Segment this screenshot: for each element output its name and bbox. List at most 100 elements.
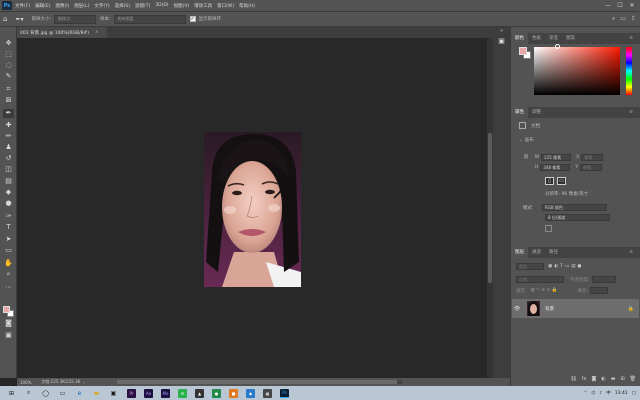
quick-select-tool-icon[interactable]: ✎ (3, 72, 14, 81)
app-icon-dark[interactable]: ▲ (195, 388, 204, 398)
tab-swatches[interactable]: 色板 (528, 33, 545, 44)
fill-field[interactable] (589, 287, 608, 294)
show-ring-checkbox[interactable]: ✓ (189, 16, 196, 22)
task-switch-icon[interactable]: ▭ (57, 389, 68, 398)
color-picker-field[interactable] (534, 47, 620, 95)
panel-menu-icon[interactable]: ≡ (625, 107, 637, 118)
scrollbar-thumb[interactable] (488, 133, 492, 283)
adjustment-filter-icon[interactable]: ◐ (554, 264, 558, 269)
sample-size-select[interactable]: 取样点 (54, 14, 97, 24)
brush-tool-icon[interactable]: ✏ (3, 132, 14, 141)
eye-icon[interactable]: 👁 (512, 306, 522, 312)
tab-adjustments[interactable]: 调整 (528, 107, 545, 118)
menu-help[interactable]: 帮助(H) (239, 3, 255, 9)
path-select-tool-icon[interactable]: ➤ (3, 235, 14, 244)
app-icon-blue[interactable]: ◆ (246, 388, 255, 398)
tab-patterns[interactable]: 图案 (562, 33, 579, 44)
adjustment-layer-icon[interactable]: ◐ (601, 376, 605, 382)
layer-row[interactable]: 👁 背景 🔒 (512, 299, 639, 318)
windows-start-icon[interactable]: ⊞ (6, 389, 17, 398)
app-icon-green[interactable]: ● (212, 388, 221, 398)
link-layers-icon[interactable]: ⛓ (570, 376, 576, 382)
sample-select[interactable]: 所有图层 (113, 14, 186, 24)
y-field[interactable]: 像素 (580, 164, 603, 171)
media-encoder-icon[interactable]: Me (161, 388, 170, 398)
height-field[interactable]: 348 像素 (540, 164, 571, 171)
image-filter-icon[interactable]: ▣ (548, 264, 552, 269)
layer-lock-icon[interactable]: 🔒 (628, 306, 634, 312)
dodge-tool-icon[interactable]: ● (3, 199, 14, 208)
history-brush-tool-icon[interactable]: ↺ (3, 154, 14, 163)
ime-icon[interactable]: 中 (606, 390, 611, 396)
volume-icon[interactable]: ♪ (599, 391, 602, 396)
menu-3d[interactable]: 3D(D) (155, 3, 168, 8)
notification-icon[interactable]: ▢ (632, 391, 636, 396)
type-filter-icon[interactable]: T (560, 264, 563, 269)
width-field[interactable]: 225 像素 (541, 154, 572, 161)
minimize-button[interactable]: — (602, 2, 614, 9)
tab-gradients[interactable]: 渐变 (545, 33, 562, 44)
app-icon-dark2[interactable]: ▦ (263, 388, 272, 398)
delete-layer-icon[interactable]: 🗑 (630, 376, 636, 382)
canvas-horizontal-scrollbar[interactable] (117, 380, 402, 384)
menu-select[interactable]: 选择(S) (115, 3, 130, 9)
photoshop-logo[interactable]: Ps (2, 1, 12, 10)
collapse-panels-icon[interactable]: « (496, 27, 507, 36)
tab-layers[interactable]: 图层 (511, 247, 528, 258)
after-effects-icon[interactable]: Ae (144, 388, 153, 398)
share-icon[interactable]: ⇪ (631, 15, 636, 23)
document-image[interactable] (204, 132, 301, 287)
gradient-tool-icon[interactable]: ▤ (3, 177, 14, 186)
store-icon[interactable]: ▣ (108, 389, 119, 398)
menu-layer[interactable]: 图层(L) (74, 3, 89, 9)
type-tool-icon[interactable]: T (3, 223, 14, 232)
history-panel-icon[interactable]: ▣ (496, 37, 507, 46)
close-button[interactable]: ✕ (626, 2, 638, 9)
task-view-icon[interactable]: ◯ (40, 389, 51, 398)
link-icon[interactable]: ⛓ (523, 155, 529, 160)
status-arrow-icon[interactable]: › (83, 380, 85, 385)
more-tools-icon[interactable]: ⋯ (3, 283, 14, 292)
network-icon[interactable]: ⌬ (591, 391, 595, 396)
close-tab-icon[interactable]: × (95, 30, 99, 35)
move-tool-icon[interactable]: ✥ (3, 39, 14, 48)
opacity-field[interactable] (591, 276, 616, 283)
clock[interactable]: 13:41 (615, 391, 628, 396)
blur-tool-icon[interactable]: ◆ (3, 188, 14, 197)
x-field[interactable]: 像素 (581, 154, 604, 161)
rectangle-tool-icon[interactable]: ▭ (3, 246, 14, 255)
panel-menu-icon[interactable]: ≡ (625, 33, 637, 44)
canvas-area[interactable] (17, 38, 487, 378)
group-icon[interactable]: ▬ (611, 376, 616, 382)
menu-type[interactable]: 文字(Y) (94, 3, 109, 9)
tab-color[interactable]: 颜色 (511, 33, 528, 44)
tray-arrow-icon[interactable]: ⌃ (584, 391, 588, 396)
photoshop-taskbar-icon[interactable]: Ps (280, 388, 289, 398)
hand-tool-icon[interactable]: ✋ (3, 259, 14, 268)
lock-icons[interactable]: ▦ ✎ ✥ ⊡ 🔒 (531, 288, 558, 293)
tab-properties[interactable]: 属性 (511, 107, 528, 118)
color-picker-cursor[interactable] (555, 44, 560, 49)
menu-filter[interactable]: 滤镜(T) (135, 3, 150, 9)
clone-stamp-tool-icon[interactable]: ♟ (3, 143, 14, 152)
premiere-icon[interactable]: Pr (127, 388, 136, 398)
canvas-section-header[interactable]: ⌄ 画布 (519, 137, 534, 144)
eyedropper-preset-icon[interactable]: ✒▾ (15, 16, 23, 23)
mode-select[interactable]: RGB 颜色 (542, 204, 607, 211)
menu-plugins[interactable]: 增效工具 (194, 3, 212, 9)
search-icon[interactable]: ⌕ (612, 15, 615, 23)
menu-image[interactable]: 图像(I) (55, 3, 69, 9)
quick-mask-icon[interactable]: ◙ (3, 319, 14, 328)
wechat-icon[interactable]: ✉ (178, 388, 187, 398)
lasso-tool-icon[interactable]: ◌ (3, 61, 14, 70)
portrait-orientation-icon[interactable]: ▯ (545, 177, 554, 185)
scrollbar-thumb[interactable] (117, 380, 397, 384)
hue-slider[interactable] (626, 47, 632, 95)
new-layer-icon[interactable]: ⊞ (620, 376, 624, 382)
panel-foreground-swatch[interactable] (519, 47, 527, 55)
menu-file[interactable]: 文件(F) (15, 3, 30, 9)
shape-filter-icon[interactable]: ▭ (565, 264, 569, 269)
blend-mode-select[interactable]: 正常 (516, 276, 564, 283)
eyedropper-tool-icon[interactable]: ✒ (3, 109, 14, 118)
layer-kind-filter[interactable]: 类型 (516, 263, 544, 270)
